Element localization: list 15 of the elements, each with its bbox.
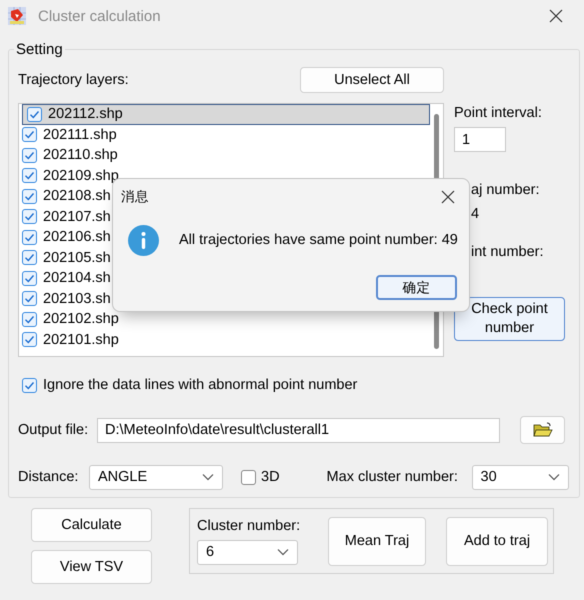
checkbox-label: 3D [261, 469, 280, 485]
point-interval-label: Point interval: [454, 105, 543, 121]
dialog-message: All trajectories have same point number: 49 [179, 232, 458, 248]
cluster-number-label: Cluster number: [197, 518, 302, 534]
traj-number-value: 4 [471, 206, 480, 222]
output-file-label: Output file: [18, 422, 90, 438]
group-title: Setting [15, 41, 64, 58]
traj-number-label: aj number: [471, 182, 541, 198]
dialog-title: 消息 [121, 188, 149, 206]
checkbox-label: Ignore the data lines with abnormal point number [43, 377, 358, 393]
window-title: Cluster calculation [38, 8, 161, 24]
max-cluster-label: Max cluster number: [326, 469, 459, 485]
layers-label: Trajectory layers: [18, 72, 130, 88]
distance-label: Distance: [18, 469, 80, 485]
point-number-label: int number: [471, 244, 545, 260]
